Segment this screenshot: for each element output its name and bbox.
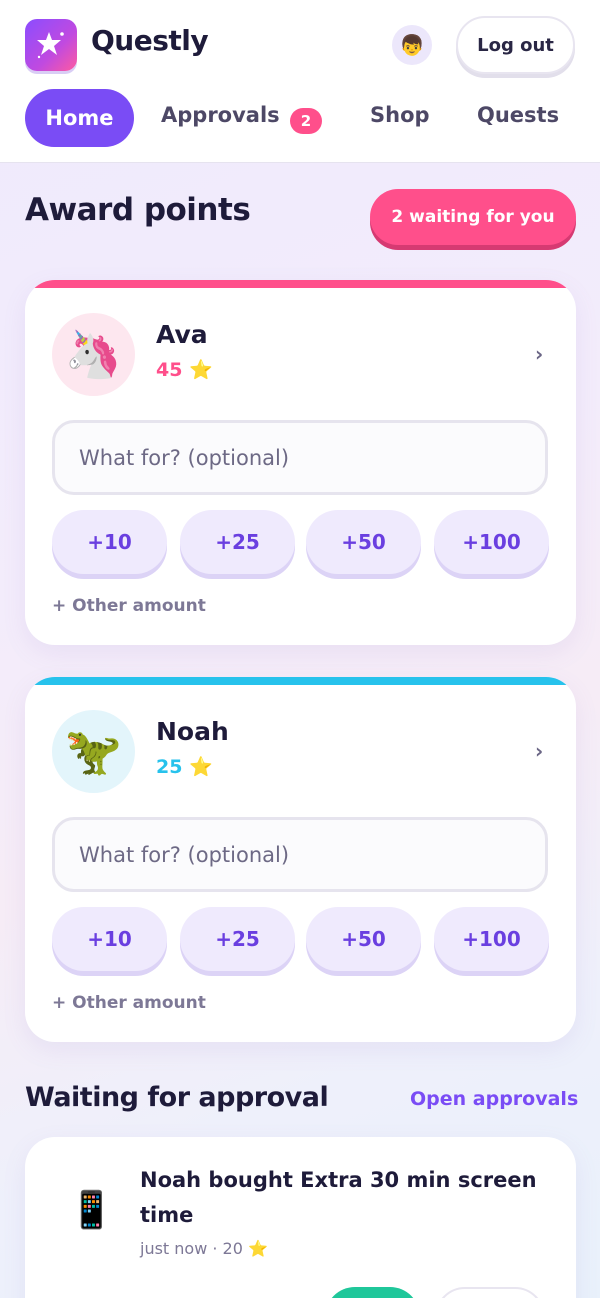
card-accent-bar	[25, 280, 576, 288]
award-points-title: Award points	[25, 192, 251, 228]
deny-button[interactable]	[435, 1287, 545, 1298]
star-logo-icon	[37, 32, 64, 59]
kid-points: 45 ⭐	[156, 359, 213, 381]
tab-shop[interactable]: Shop	[370, 103, 430, 127]
approve-button[interactable]	[325, 1287, 420, 1298]
approvals-count-badge: 2	[290, 108, 322, 134]
open-approvals-link[interactable]: Open approvals	[410, 1088, 578, 1110]
kid-card-noah: 🦖 Noah 25 ⭐ › +10 +25 +50 +100 + Other a…	[25, 677, 576, 1042]
waiting-approval-title: Waiting for approval	[25, 1082, 329, 1113]
approval-item: 📱 Noah bought Extra 30 min screen time j…	[25, 1137, 576, 1298]
chevron-right-icon[interactable]: ›	[535, 739, 543, 763]
other-amount-button[interactable]: + Other amount	[52, 596, 206, 616]
tab-approvals[interactable]: Approvals	[161, 103, 280, 127]
award-100-button[interactable]: +100	[434, 510, 549, 574]
kid-card-ava: 🦄 Ava 45 ⭐ › +10 +25 +50 +100 + Other am…	[25, 280, 576, 645]
other-amount-button[interactable]: + Other amount	[52, 993, 206, 1013]
app-logo[interactable]	[25, 19, 77, 71]
phone-icon: 📱	[69, 1190, 114, 1231]
chevron-right-icon[interactable]: ›	[535, 342, 543, 366]
app-header: Questly 👦 Log out Home Approvals 2 Shop …	[0, 0, 600, 163]
award-10-button[interactable]: +10	[52, 907, 167, 971]
approval-meta: just now · 20 ⭐	[140, 1239, 268, 1258]
waiting-for-you-button[interactable]: 2 waiting for you	[370, 189, 576, 245]
logout-button[interactable]: Log out	[456, 16, 575, 74]
unicorn-icon: 🦄	[52, 313, 135, 396]
kid-name[interactable]: Noah	[156, 717, 229, 746]
award-50-button[interactable]: +50	[306, 510, 421, 574]
app-name: Questly	[91, 24, 209, 57]
award-10-button[interactable]: +10	[52, 510, 167, 574]
award-25-button[interactable]: +25	[180, 907, 295, 971]
tab-quests[interactable]: Quests	[477, 103, 559, 127]
tab-home[interactable]: Home	[25, 89, 134, 147]
dinosaur-icon: 🦖	[52, 710, 135, 793]
user-avatar[interactable]: 👦	[392, 25, 432, 65]
approval-description: Noah bought Extra 30 min screen time	[140, 1168, 537, 1227]
award-25-button[interactable]: +25	[180, 510, 295, 574]
card-accent-bar	[25, 677, 576, 685]
award-reason-input[interactable]	[52, 420, 548, 495]
award-reason-input[interactable]	[52, 817, 548, 892]
award-100-button[interactable]: +100	[434, 907, 549, 971]
kid-name[interactable]: Ava	[156, 320, 208, 349]
kid-points: 25 ⭐	[156, 756, 213, 778]
award-50-button[interactable]: +50	[306, 907, 421, 971]
